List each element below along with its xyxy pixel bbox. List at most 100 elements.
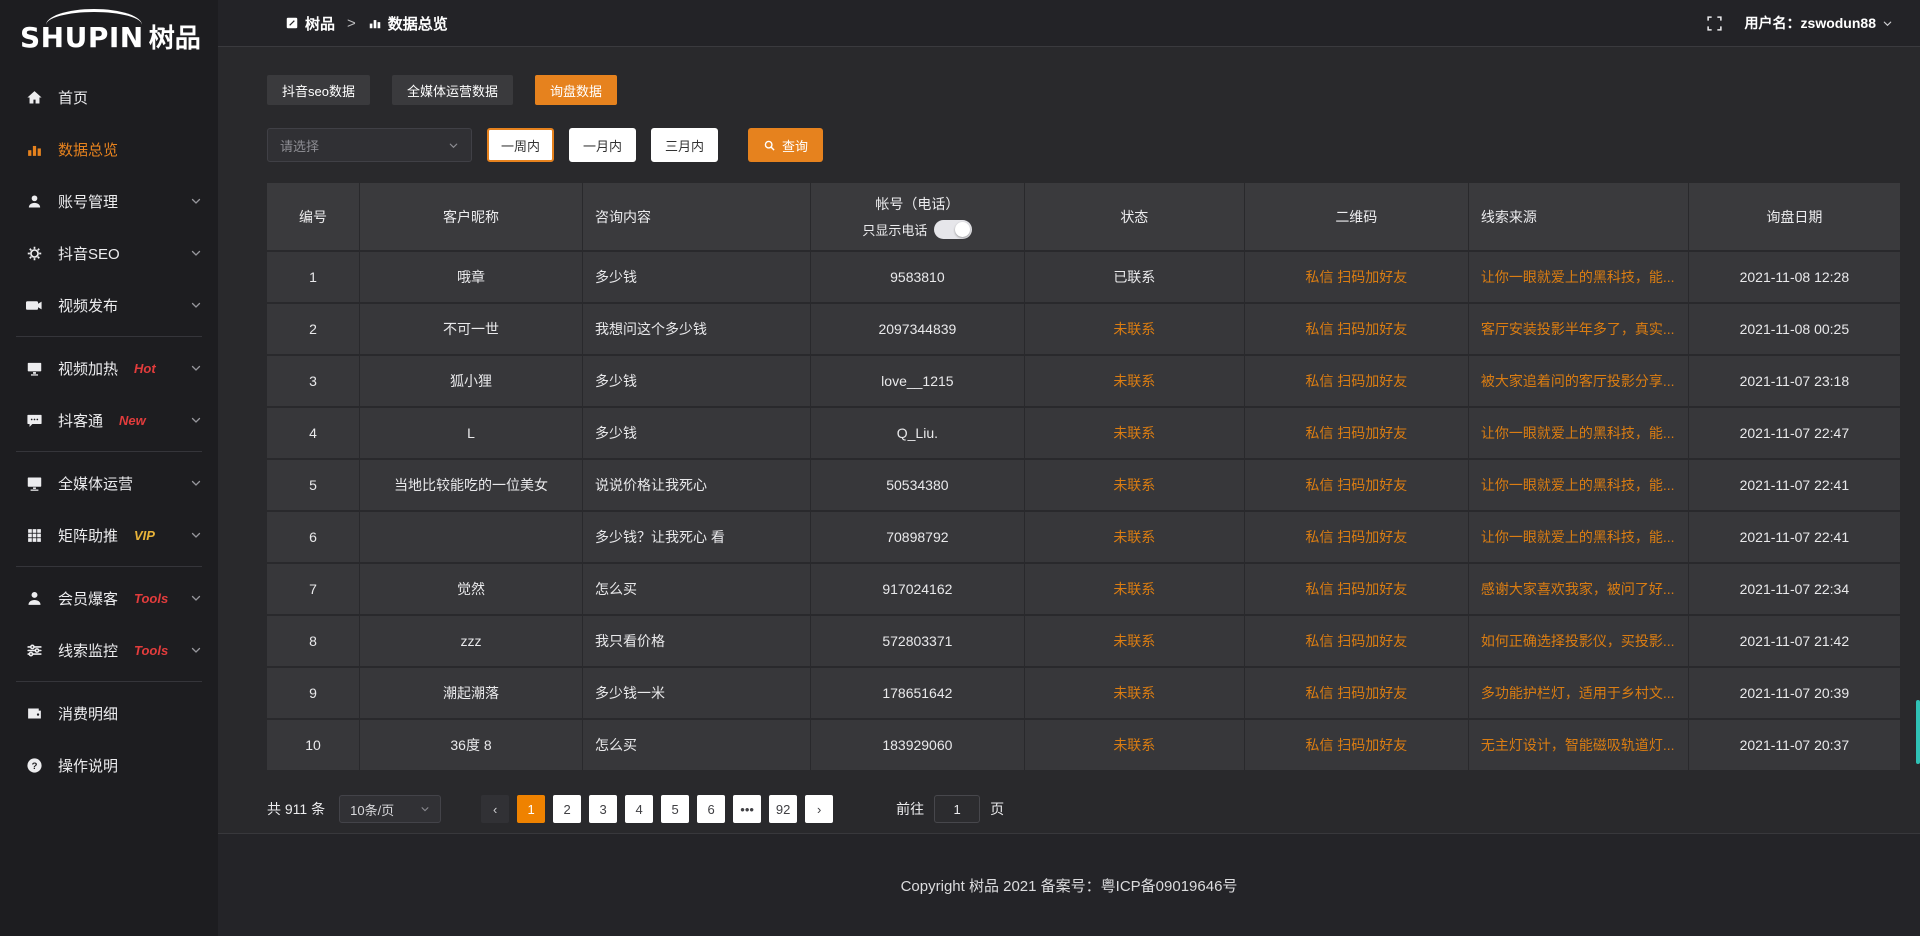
next-page-button[interactable]: › [805, 795, 833, 823]
sidebar-item-5[interactable]: 视频发布 [0, 279, 218, 331]
phone-only-switch[interactable] [934, 220, 972, 239]
topbar: 树品>数据总览 用户名：zswodun88 [218, 0, 1920, 47]
cell-source[interactable]: 多功能护栏灯，适用于乡村文... [1469, 668, 1689, 718]
cell-source[interactable]: 让你一眼就爱上的黑科技，能... [1469, 408, 1689, 458]
breadcrumb-item[interactable]: 数据总览 [388, 13, 448, 34]
cell-source[interactable]: 客厅安装投影半年多了，真实... [1469, 304, 1689, 354]
cell-source[interactable]: 让你一眼就爱上的黑科技，能... [1469, 512, 1689, 562]
member-icon [26, 590, 43, 607]
cell-content: 多少钱？让我死心 看 [583, 512, 811, 562]
sidebar-item-10[interactable]: 会员爆客Tools [0, 572, 218, 624]
select-placeholder: 请选择 [280, 136, 319, 155]
range-button-2[interactable]: 一月内 [569, 128, 636, 162]
phone-only-label: 只显示电话 [862, 220, 927, 239]
app-logo: SHUPIN树品 [0, 0, 218, 71]
sidebar-item-7[interactable]: 抖客通New [0, 394, 218, 446]
cell-status: 未联系 [1025, 564, 1245, 614]
column-header-label: 编号 [299, 207, 327, 227]
range-button-1[interactable]: 一周内 [487, 128, 554, 162]
range-button-3[interactable]: 三月内 [651, 128, 718, 162]
cell-source[interactable]: 让你一眼就爱上的黑科技，能... [1469, 460, 1689, 510]
sidebar-item-label: 视频发布 [58, 295, 118, 316]
page-size-select[interactable]: 10条/页 [339, 795, 441, 823]
column-header-qrcode: 二维码 [1245, 183, 1469, 250]
cell-source[interactable]: 无主灯设计，智能磁吸轨道灯... [1469, 720, 1689, 770]
cell-account: 2097344839 [811, 304, 1025, 354]
switch-knob [955, 222, 970, 237]
cell-source[interactable]: 让你一眼就爱上的黑科技，能... [1469, 252, 1689, 302]
tab-1[interactable]: 抖音seo数据 [267, 75, 370, 105]
cell-status: 未联系 [1025, 460, 1245, 510]
page-button-6[interactable]: 6 [697, 795, 725, 823]
cell-qrcode[interactable]: 私信 扫码加好友 [1245, 252, 1469, 302]
breadcrumb-item[interactable]: 树品 [305, 13, 335, 34]
user-menu[interactable]: 用户名：zswodun88 [1745, 13, 1893, 33]
fullscreen-icon[interactable] [1706, 15, 1723, 32]
sidebar-item-2[interactable]: 数据总览 [0, 123, 218, 175]
sidebar-item-3[interactable]: 账号管理 [0, 175, 218, 227]
column-header-date: 询盘日期 [1689, 183, 1900, 250]
sidebar-item-11[interactable]: 线索监控Tools [0, 624, 218, 676]
tab-2[interactable]: 全媒体运营数据 [392, 75, 513, 105]
page-button-3[interactable]: 3 [589, 795, 617, 823]
query-button[interactable]: 查询 [748, 128, 823, 162]
chart-icon [26, 141, 43, 158]
sidebar-item-label: 线索监控 [58, 640, 118, 661]
user-icon [26, 193, 43, 210]
chat-icon [26, 412, 43, 429]
page-button-92[interactable]: 92 [769, 795, 797, 823]
sidebar-item-4[interactable]: 抖音SEO [0, 227, 218, 279]
cell-qrcode[interactable]: 私信 扫码加好友 [1245, 460, 1469, 510]
sidebar-item-13[interactable]: ?操作说明 [0, 739, 218, 791]
cell-source[interactable]: 感谢大家喜欢我家，被问了好... [1469, 564, 1689, 614]
cell-qrcode[interactable]: 私信 扫码加好友 [1245, 304, 1469, 354]
cell-qrcode[interactable]: 私信 扫码加好友 [1245, 616, 1469, 666]
table-row: 8zzz我只看价格572803371未联系私信 扫码加好友如何正确选择投影仪，买… [267, 614, 1900, 666]
cell-date: 2021-11-08 12:28 [1689, 252, 1900, 302]
scrollbar-thumb[interactable] [1916, 700, 1920, 764]
sidebar-item-6[interactable]: 视频加热Hot [0, 342, 218, 394]
cell-qrcode[interactable]: 私信 扫码加好友 [1245, 512, 1469, 562]
cell-source[interactable]: 被大家追着问的客厅投影分享... [1469, 356, 1689, 406]
cell-status: 未联系 [1025, 668, 1245, 718]
page-button-1[interactable]: 1 [517, 795, 545, 823]
cell-qrcode[interactable]: 私信 扫码加好友 [1245, 564, 1469, 614]
cell-content: 我想问这个多少钱 [583, 304, 811, 354]
sidebar-item-8[interactable]: 全媒体运营 [0, 457, 218, 509]
cell-qrcode[interactable]: 私信 扫码加好友 [1245, 720, 1469, 770]
cell-nickname: 当地比较能吃的一位美女 [360, 460, 583, 510]
account-select[interactable]: 请选择 [267, 128, 472, 162]
sidebar-item-label: 抖客通 [58, 410, 103, 431]
sidebar-item-12[interactable]: 消费明细 [0, 687, 218, 739]
page-button-2[interactable]: 2 [553, 795, 581, 823]
cell-qrcode[interactable]: 私信 扫码加好友 [1245, 356, 1469, 406]
sidebar-item-label: 操作说明 [58, 755, 118, 776]
chevron-down-icon [190, 195, 202, 207]
prev-page-button[interactable]: ‹ [481, 795, 509, 823]
sidebar-item-1[interactable]: 首页 [0, 71, 218, 123]
sidebar-item-label: 数据总览 [58, 139, 118, 160]
goto-page: 前往 页 [896, 795, 1004, 823]
pagination: 共 911 条 10条/页 ‹ 123456•••92 › 前往 页 [267, 795, 1900, 823]
cell-date: 2021-11-07 22:41 [1689, 460, 1900, 510]
cell-qrcode[interactable]: 私信 扫码加好友 [1245, 408, 1469, 458]
cell-source[interactable]: 如何正确选择投影仪，买投影... [1469, 616, 1689, 666]
chevron-down-icon [1882, 18, 1893, 29]
cell-date: 2021-11-07 20:37 [1689, 720, 1900, 770]
goto-page-input[interactable] [934, 795, 980, 823]
column-header-label: 客户昵称 [443, 207, 499, 227]
cell-status: 未联系 [1025, 304, 1245, 354]
cell-status: 未联系 [1025, 720, 1245, 770]
page-ellipsis-button[interactable]: ••• [733, 795, 761, 823]
cell-qrcode[interactable]: 私信 扫码加好友 [1245, 668, 1469, 718]
sidebar-item-9[interactable]: 矩阵助推VIP [0, 509, 218, 561]
page-number-group: 123456 ••• 92 [517, 795, 805, 823]
tab-3[interactable]: 询盘数据 [535, 75, 617, 105]
page-button-5[interactable]: 5 [661, 795, 689, 823]
query-button-label: 查询 [782, 136, 808, 155]
chevron-down-icon [448, 140, 459, 151]
sidebar-divider [16, 681, 202, 682]
page-button-4[interactable]: 4 [625, 795, 653, 823]
screen-icon [26, 475, 43, 492]
username-value: zswodun88 [1801, 15, 1876, 31]
